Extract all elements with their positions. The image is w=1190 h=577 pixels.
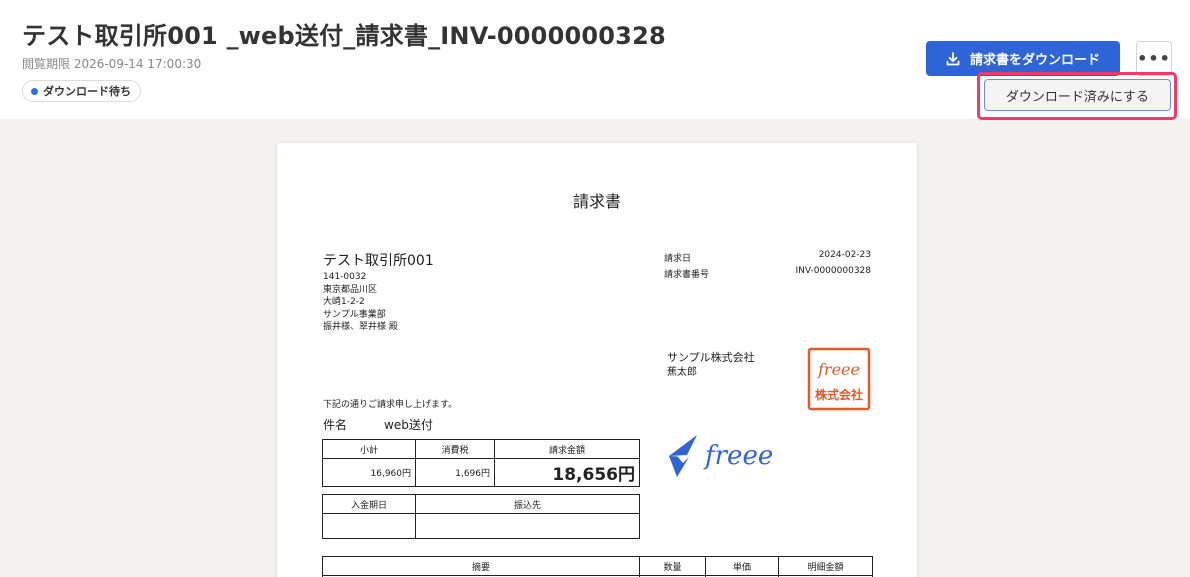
items-header-description: 摘要 — [322, 556, 640, 576]
svg-text:株式会社: 株式会社 — [815, 387, 863, 402]
invoice-number-value: INV-0000000328 — [795, 266, 871, 276]
invoice-note: 下記の通りご請求申し上げます。 — [323, 400, 458, 410]
total-header: 請求金額 — [494, 439, 640, 459]
download-icon — [946, 51, 960, 65]
tax-value: 1,696円 — [415, 458, 495, 487]
bank-value — [415, 513, 640, 539]
subject-label: 件名 — [323, 418, 348, 432]
client-address-line1: 東京都品川区 — [323, 284, 378, 295]
items-header-quantity: 数量 — [639, 556, 706, 576]
client-name: テスト取引所001 — [323, 253, 434, 269]
items-header-unit-price: 単価 — [705, 556, 779, 576]
bank-header: 振込先 — [415, 494, 640, 514]
client-postal: 141-0032 — [323, 272, 367, 282]
more-icon: ••• — [1137, 49, 1171, 68]
invoice-date-label: 請求日 — [664, 254, 692, 264]
total-value: 18,656円 — [494, 458, 640, 487]
status-dot-icon — [31, 87, 38, 95]
issuer-block: サンプル株式会社 蕉太郎 — [667, 350, 755, 380]
invoice-number-label: 請求書番号 — [664, 270, 710, 280]
issuer-person: 蕉太郎 — [667, 367, 697, 378]
view-deadline: 閲覧期限 2026-09-14 17:00:30 — [22, 57, 202, 71]
status-label: ダウンロード待ち — [43, 85, 131, 98]
download-button-label: 請求書をダウンロード — [969, 53, 1100, 68]
client-person: 振井様、翠井様 殿 — [323, 322, 398, 332]
due-date-header: 入金期日 — [322, 494, 416, 514]
invoice-preview: 請求書 テスト取引所001 141-0032 東京都品川区 大崎1-2-2 サン… — [277, 143, 917, 577]
totals-table: 小計 消費税 請求金額 16,960円 1,696円 18,656円 — [322, 439, 640, 487]
tax-header: 消費税 — [415, 439, 495, 459]
freee-bird-icon — [669, 435, 697, 477]
client-address-line2: 大崎1-2-2 — [323, 297, 365, 307]
download-invoice-button[interactable]: 請求書をダウンロード — [926, 41, 1120, 76]
items-table: 摘要 数量 単価 明細金額 — [322, 556, 873, 577]
invoice-date-value: 2024-02-23 — [818, 250, 871, 260]
issuer-company: サンプル株式会社 — [667, 351, 755, 364]
freee-logo: freee — [669, 435, 773, 477]
svg-text:freee: freee — [703, 441, 773, 471]
payment-table: 入金期日 振込先 — [322, 494, 640, 539]
invoice-doc-title: 請求書 — [572, 192, 621, 211]
page-title: テスト取引所001 _web送付_請求書_INV-0000000328 — [22, 22, 666, 50]
client-address-block: 141-0032 東京都品川区 大崎1-2-2 サンプル事業部 振井様、翠井様 … — [323, 271, 398, 334]
company-seal-icon: freee 株式会社 — [807, 347, 871, 411]
subject-value: web送付 — [384, 418, 433, 432]
svg-text:freee: freee — [817, 360, 860, 379]
items-header-amount: 明細金額 — [778, 556, 873, 576]
more-options-button[interactable]: ••• — [1136, 41, 1172, 76]
status-badge: ダウンロード待ち — [22, 80, 141, 102]
subtotal-value: 16,960円 — [322, 458, 416, 487]
client-department: サンプル事業部 — [323, 309, 386, 320]
mark-downloaded-menu-item[interactable]: ダウンロード済みにする — [984, 79, 1171, 111]
due-date-value — [322, 513, 416, 539]
subtotal-header: 小計 — [322, 439, 416, 459]
